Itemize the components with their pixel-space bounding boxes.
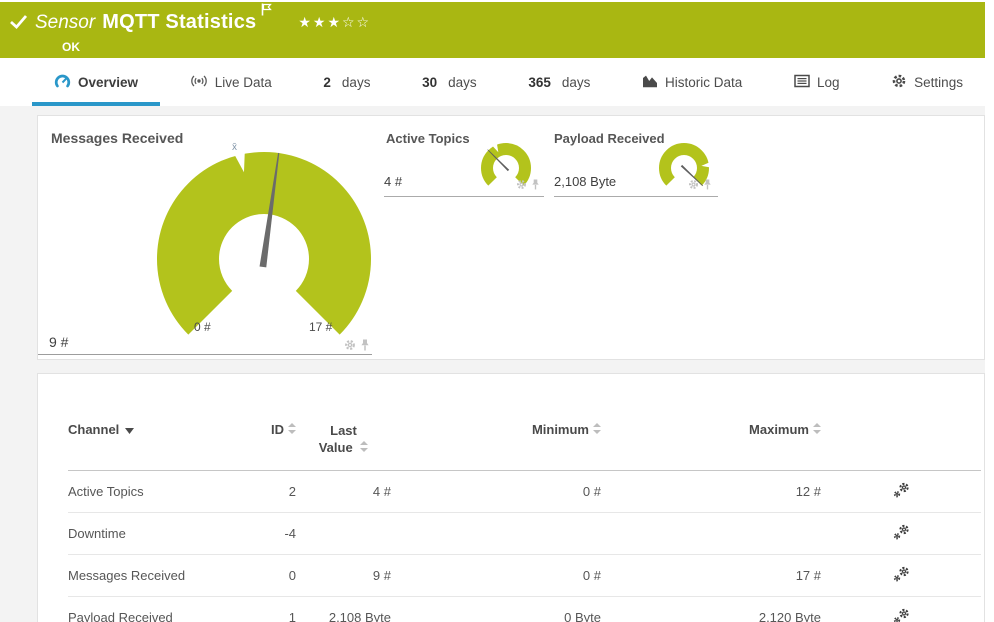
channel-maximum [601, 512, 821, 555]
tab-30-days[interactable]: 30 days [400, 58, 499, 106]
column-header-channel[interactable]: Channel [68, 414, 263, 471]
channel-maximum: 2,120 Byte [601, 596, 821, 622]
gauge-cell-divider [554, 196, 718, 197]
channel-id: 1 [263, 596, 296, 622]
channel-id: 0 [263, 554, 296, 597]
column-header-actions [821, 414, 981, 471]
sort-caret-icon [125, 422, 135, 437]
status-ok-check-icon [10, 14, 28, 35]
status-badge: OK [62, 40, 80, 54]
historic-chart-icon [642, 73, 658, 91]
tab-2-days[interactable]: 2 days [301, 58, 392, 106]
page-title: MQTT Statistics [102, 11, 257, 33]
column-header-id[interactable]: ID [263, 414, 296, 471]
tab-bar: Overview Live Data 2 days 30 days 365 da… [0, 58, 985, 106]
gauge-title-active-topics: Active Topics [386, 131, 470, 146]
channel-id: -4 [263, 512, 296, 555]
channel-maximum: 17 # [601, 554, 821, 597]
gauge-value: 2,108 Byte [554, 174, 617, 189]
column-header-minimum[interactable]: Minimum [391, 414, 601, 471]
channel-name: Downtime [68, 512, 263, 555]
sensor-page: Sensor MQTT Statistics ★★★☆☆ OK Overview… [0, 0, 994, 622]
channel-last-value [296, 512, 391, 555]
tab-historic-data[interactable]: Historic Data [620, 58, 764, 106]
channel-settings-icon[interactable] [893, 524, 910, 543]
channel-minimum: 0 # [391, 554, 601, 597]
gauge-icon [54, 73, 71, 92]
channels-table-panel: Channel ID Last Value Minimum Maximum Ac… [37, 373, 985, 622]
table-row: Downtime -4 [68, 512, 981, 555]
column-header-last-value[interactable]: Last Value [296, 414, 391, 471]
sort-arrows-icon [360, 439, 369, 456]
gauge-min-label: 0 # [194, 320, 211, 334]
sort-arrows-icon [813, 422, 821, 437]
gauges-panel: Messages Received x̄ 0 # 17 # 9 # Active… [37, 115, 985, 360]
average-marker-label: x̄ [232, 142, 237, 153]
gear-icon [891, 73, 907, 92]
gauge-settings-gear-icon[interactable] [688, 177, 699, 195]
flag-icon[interactable] [261, 3, 273, 21]
table-row: Payload Received 1 2,108 Byte 0 Byte 2,1… [68, 596, 981, 622]
tab-overview[interactable]: Overview [32, 58, 161, 106]
column-header-maximum[interactable]: Maximum [601, 414, 821, 471]
channel-minimum [391, 512, 601, 555]
content-area: Messages Received x̄ 0 # 17 # 9 # Active… [0, 106, 985, 622]
channel-settings-icon[interactable] [893, 608, 910, 622]
tab-settings[interactable]: Settings [869, 58, 985, 106]
tab-365-days[interactable]: 365 days [506, 58, 612, 106]
log-list-icon [794, 74, 810, 91]
live-broadcast-icon [190, 73, 208, 92]
channel-name: Active Topics [68, 470, 263, 513]
gauge-value: 9 # [49, 334, 69, 350]
channel-last-value: 9 # [296, 554, 391, 597]
tab-log[interactable]: Log [772, 58, 862, 106]
table-row: Messages Received 0 9 # 0 # 17 # [68, 554, 981, 597]
gauge-cell-divider [384, 196, 544, 197]
channel-name: Payload Received [68, 596, 263, 622]
gauge-settings-gear-icon[interactable] [516, 177, 527, 195]
channel-settings-icon[interactable] [893, 482, 910, 501]
gauge-max-label: 17 # [309, 320, 333, 334]
channel-id: 2 [263, 470, 296, 513]
gauge-value: 4 # [384, 174, 403, 189]
channel-maximum: 12 # [601, 470, 821, 513]
sort-arrows-icon [288, 422, 296, 437]
channel-minimum: 0 Byte [391, 596, 601, 622]
gauge-pin-icon[interactable] [531, 177, 540, 195]
gauge-title-payload-received: Payload Received [554, 131, 665, 146]
tab-live-data[interactable]: Live Data [168, 58, 294, 106]
gauge-pin-icon[interactable] [703, 177, 712, 195]
channel-settings-icon[interactable] [893, 566, 910, 585]
channel-name: Messages Received [68, 554, 263, 597]
channel-last-value: 2,108 Byte [296, 596, 391, 622]
priority-stars[interactable]: ★★★☆☆ [298, 15, 371, 31]
gauge-cell-divider [38, 354, 372, 355]
sensor-header: Sensor MQTT Statistics ★★★☆☆ OK [0, 2, 985, 58]
table-row: Active Topics 2 4 # 0 # 12 # [68, 470, 981, 513]
channels-table: Channel ID Last Value Minimum Maximum Ac… [68, 414, 981, 622]
sort-arrows-icon [593, 422, 601, 437]
channel-minimum: 0 # [391, 470, 601, 513]
channel-last-value: 4 # [296, 470, 391, 513]
sensor-kind-label: Sensor [35, 12, 96, 33]
